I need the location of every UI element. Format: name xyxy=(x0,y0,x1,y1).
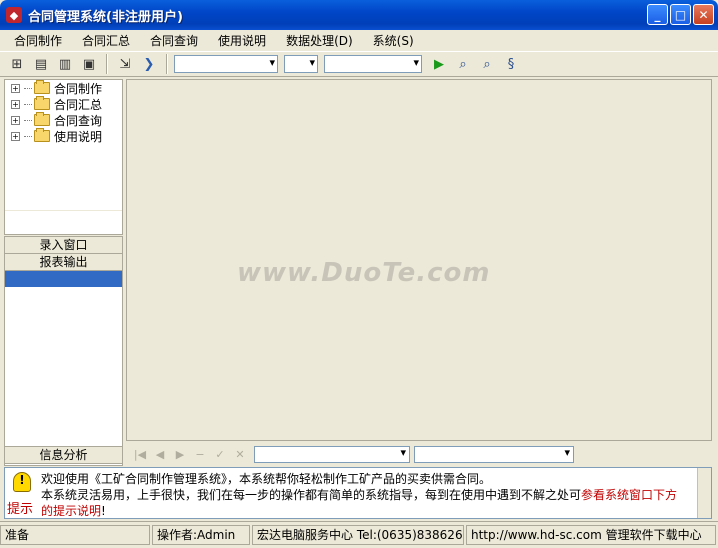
module-list: 录入窗口 报表输出 xyxy=(4,236,123,466)
expand-icon[interactable]: + xyxy=(11,99,20,109)
delete-record-icon[interactable]: − xyxy=(190,448,210,461)
run-icon[interactable]: ▶ xyxy=(428,53,450,75)
toolbar: ⊞ ▤ ▥ ▣ ⇲ ❯ ▶ ⌕ ⌕ § xyxy=(0,51,718,77)
list-view-icon[interactable]: ▤ xyxy=(30,53,52,75)
expand-icon[interactable]: + xyxy=(11,131,20,141)
status-website: http://www.hd-sc.com 管理软件下载中心 xyxy=(466,525,716,545)
menu-system[interactable]: 系统(S) xyxy=(363,32,424,49)
folder-icon xyxy=(34,112,50,126)
export-icon[interactable]: ⇲ xyxy=(114,53,136,75)
status-ready: 准备 xyxy=(0,525,150,545)
tree-view-icon[interactable]: ⊞ xyxy=(6,53,28,75)
folder-icon xyxy=(34,96,50,110)
document-icon[interactable]: ▥ xyxy=(54,53,76,75)
tip-line-1: 欢迎使用《工矿合同制作管理系统》，本系统帮你轻松制作工矿产品的买卖供需合同。 xyxy=(41,472,492,486)
tip-panel: ! 提示 欢迎使用《工矿合同制作管理系统》，本系统帮你轻松制作工矿产品的买卖供需… xyxy=(4,467,712,519)
menu-contract-query[interactable]: 合同查询 xyxy=(140,32,208,49)
status-operator: 操作者:Admin xyxy=(152,525,250,545)
menu-help[interactable]: 使用说明 xyxy=(208,32,276,49)
tip-line-3: 的提示说明! xyxy=(41,504,106,518)
navigator-select-2[interactable] xyxy=(414,445,574,463)
menu-bar: 合同制作 合同汇总 合同查询 使用说明 数据处理(D) 系统(S) xyxy=(0,30,718,50)
expand-icon[interactable]: + xyxy=(11,115,20,125)
tree-item-contract-query[interactable]: + 合同查询 xyxy=(5,112,122,128)
menu-contract-summary[interactable]: 合同汇总 xyxy=(72,32,140,49)
cancel-icon[interactable]: ✕ xyxy=(230,448,250,461)
minimize-button[interactable]: _ xyxy=(647,4,668,25)
navigation-tree: + 合同制作 + 合同汇总 + 合同查询 + 使用说明 xyxy=(4,79,123,235)
tip-scrollbar[interactable] xyxy=(697,468,711,518)
first-record-icon[interactable]: |◀ xyxy=(130,448,150,461)
tree-item-label: 合同汇总 xyxy=(54,97,103,112)
window-title: 合同管理系统(非注册用户) xyxy=(28,9,183,25)
next-record-icon[interactable]: ▶ xyxy=(170,448,190,461)
tree-item-label: 使用说明 xyxy=(54,129,103,144)
tree-footer xyxy=(5,210,122,234)
status-company: 宏达电脑服务中心 Tel:(0635)8386265 xyxy=(252,525,464,545)
tree-item-contract-summary[interactable]: + 合同汇总 xyxy=(5,96,122,112)
record-navigator: |◀ ◀ ▶ − ✓ ✕ xyxy=(126,444,712,464)
main-workspace: www.DuoTe.com xyxy=(126,79,712,441)
tip-line-2: 本系统灵活易用，上手很快，我们在每一步的操作都有简单的系统指导，每到在使用中遇到… xyxy=(41,488,678,502)
menu-contract-make[interactable]: 合同制作 xyxy=(4,32,72,49)
confirm-icon[interactable]: ✓ xyxy=(210,448,230,461)
selected-row[interactable] xyxy=(5,271,122,287)
close-button[interactable]: ✕ xyxy=(693,4,714,25)
field-select[interactable] xyxy=(174,55,278,73)
tip-label: 提示 xyxy=(7,502,34,517)
window-controls: _ □ ✕ xyxy=(647,4,714,25)
operator-select[interactable] xyxy=(284,55,318,73)
entry-window-button[interactable]: 录入窗口 xyxy=(5,237,122,254)
image-icon[interactable]: ▣ xyxy=(78,53,100,75)
toolbar-separator xyxy=(106,54,108,74)
tree-item-label: 合同制作 xyxy=(54,81,103,96)
info-analysis-button[interactable]: 信息分析 xyxy=(4,446,123,464)
forward-arrow-icon[interactable]: ❯ xyxy=(138,53,160,75)
expand-icon[interactable]: + xyxy=(11,83,20,93)
status-bar: 准备 操作者:Admin 宏达电脑服务中心 Tel:(0635)8386265 … xyxy=(0,521,718,548)
value-select[interactable] xyxy=(324,55,422,73)
lightbulb-icon: ! xyxy=(13,472,31,492)
watermark-text: www.DuoTe.com xyxy=(237,258,491,288)
title-bar[interactable]: ◆ 合同管理系统(非注册用户) _ □ ✕ xyxy=(0,0,718,30)
maximize-button[interactable]: □ xyxy=(670,4,691,25)
folder-open-icon xyxy=(34,80,50,94)
toolbar-separator xyxy=(166,54,168,74)
report-output-button[interactable]: 报表输出 xyxy=(5,254,122,271)
menu-data[interactable]: 数据处理(D) xyxy=(276,32,363,49)
tree-item-help[interactable]: + 使用说明 xyxy=(5,128,122,144)
refresh-icon[interactable]: § xyxy=(500,53,522,75)
navigator-select-1[interactable] xyxy=(254,445,410,463)
tree-item-label: 合同查询 xyxy=(54,113,103,128)
app-icon: ◆ xyxy=(6,7,22,23)
search-icon[interactable]: ⌕ xyxy=(452,53,474,75)
prev-record-icon[interactable]: ◀ xyxy=(150,448,170,461)
search-advanced-icon[interactable]: ⌕ xyxy=(476,53,498,75)
tree-item-contract-make[interactable]: + 合同制作 xyxy=(5,80,122,96)
folder-icon xyxy=(34,128,50,142)
